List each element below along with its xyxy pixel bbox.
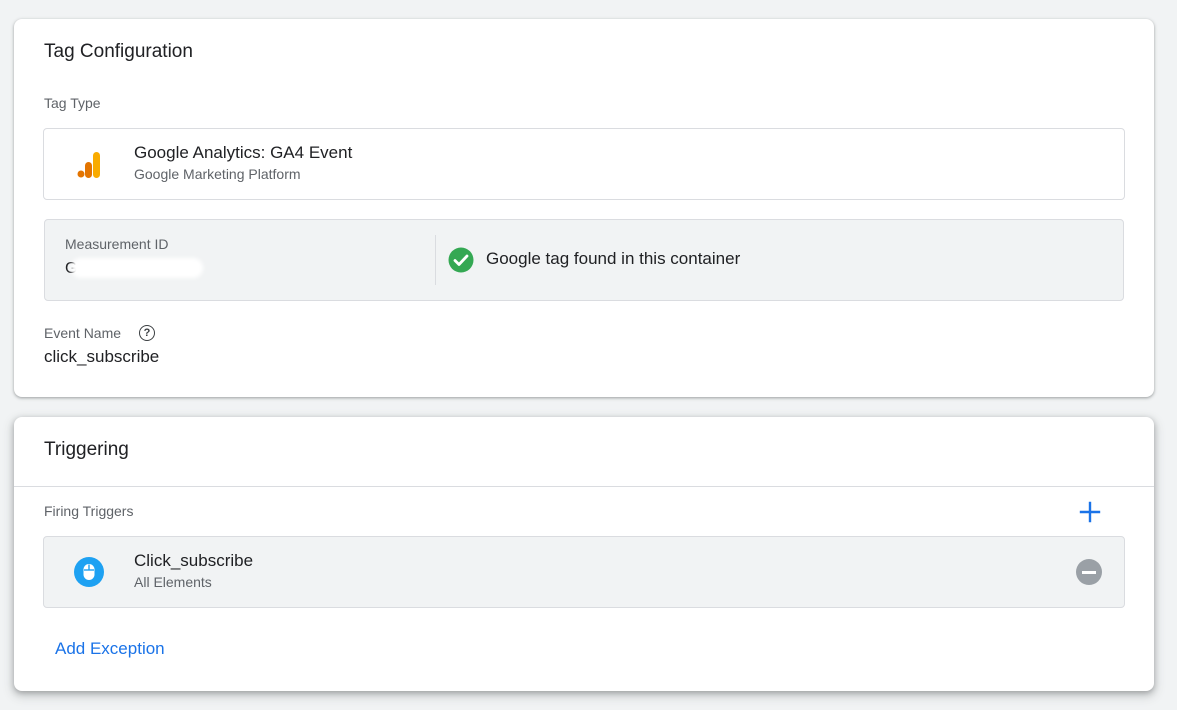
panel-divider (435, 235, 436, 285)
tag-type-label: Tag Type (44, 95, 101, 111)
tag-type-name: Google Analytics: GA4 Event (134, 143, 353, 162)
trigger-item[interactable]: Click_subscribe All Elements (43, 536, 1125, 608)
analytics-bars-icon (77, 152, 100, 178)
firing-triggers-label: Firing Triggers (44, 503, 134, 519)
tag-configuration-card: Tag Configuration Tag Type Google Analyt… (14, 19, 1154, 397)
google-tag-status: Google tag found in this container (486, 249, 741, 268)
event-name-value[interactable]: click_subscribe (44, 347, 159, 367)
mouse-icon (74, 557, 104, 587)
trigger-name: Click_subscribe (134, 551, 254, 570)
remove-trigger-button[interactable] (1076, 559, 1102, 585)
measurement-id-panel: Measurement ID G Google tag found in thi… (44, 219, 1124, 301)
tag-configuration-title: Tag Configuration (44, 41, 193, 62)
add-exception-link[interactable]: Add Exception (55, 639, 165, 659)
check-circle-icon (448, 247, 474, 273)
help-icon[interactable]: ? (139, 325, 155, 341)
measurement-id-label: Measurement ID (65, 236, 169, 252)
tag-type-provider: Google Marketing Platform (134, 166, 301, 182)
event-name-label: Event Name (44, 325, 122, 341)
triggering-card: Triggering Firing Triggers Click_subscri… (14, 417, 1154, 691)
triggering-divider (14, 486, 1154, 487)
trigger-type: All Elements (134, 574, 212, 590)
add-trigger-icon[interactable] (1077, 499, 1103, 525)
redaction-mask (71, 258, 203, 278)
tag-type-selector[interactable]: Google Analytics: GA4 Event Google Marke… (43, 128, 1125, 200)
triggering-title: Triggering (44, 439, 129, 460)
